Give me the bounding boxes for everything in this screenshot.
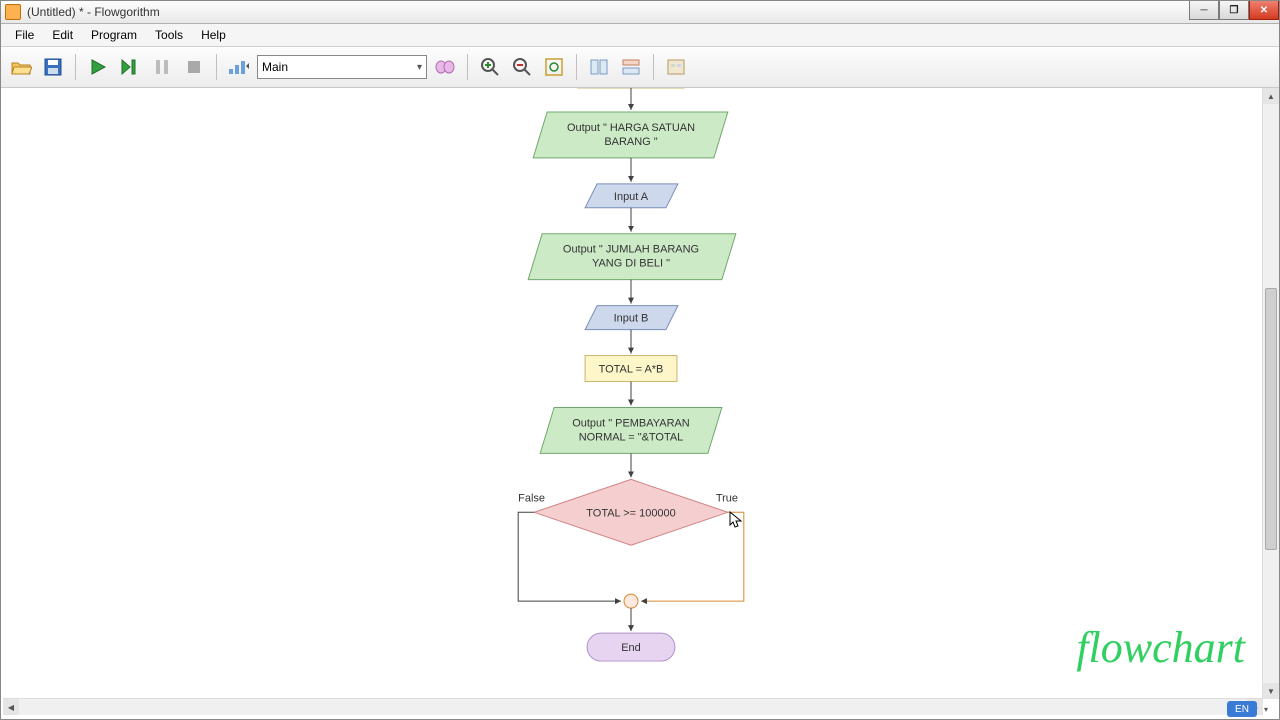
node-output-2-line1: Output " JUMLAH BARANG [563, 244, 699, 256]
horizontal-scrollbar[interactable]: ◀ ▶ [3, 698, 1263, 715]
menu-edit[interactable]: Edit [44, 26, 81, 44]
menu-bar: File Edit Program Tools Help [1, 24, 1279, 47]
scroll-left-icon[interactable]: ◀ [3, 699, 19, 715]
scroll-up-icon[interactable]: ▲ [1263, 88, 1279, 104]
node-input-a-text: Input A [614, 191, 649, 203]
close-button[interactable]: ✕ [1249, 1, 1279, 20]
node-input-b[interactable]: Input B [585, 306, 678, 330]
app-icon [5, 4, 21, 20]
save-button[interactable] [39, 53, 67, 81]
node-assign[interactable]: TOTAL = A*B [585, 356, 677, 382]
node-output-3-line2: NORMAL = "&TOTAL [579, 431, 684, 443]
node-output-1[interactable]: Output " HARGA SATUAN BARANG " [533, 112, 728, 158]
label-false: False [518, 492, 545, 504]
node-input-b-text: Input B [614, 313, 649, 325]
minimize-button[interactable]: ─ [1189, 1, 1219, 20]
menu-program[interactable]: Program [83, 26, 145, 44]
flowchart-canvas[interactable]: Output " HARGA SATUAN BARANG " Input A O… [3, 88, 1263, 699]
zoom-out-button[interactable] [508, 53, 536, 81]
node-assign-text: TOTAL = A*B [599, 364, 664, 376]
node-output-3[interactable]: Output " PEMBAYARAN NORMAL = "&TOTAL [540, 407, 722, 453]
node-output-1-line1: Output " HARGA SATUAN [567, 122, 695, 134]
language-dropdown-icon[interactable]: ▾ [1259, 701, 1273, 717]
node-end[interactable]: End [587, 633, 675, 661]
zoom-fit-button[interactable] [540, 53, 568, 81]
titlebar: (Untitled) * - Flowgorithm ─ ❐ ✕ [1, 1, 1279, 24]
node-output-3-line1: Output " PEMBAYARAN [572, 417, 690, 429]
language-indicator[interactable]: EN [1227, 701, 1257, 717]
menu-file[interactable]: File [7, 26, 42, 44]
window-title: (Untitled) * - Flowgorithm [27, 5, 160, 19]
node-input-a[interactable]: Input A [585, 184, 678, 208]
vertical-scrollbar[interactable]: ▲ ▼ [1262, 88, 1279, 699]
menu-tools[interactable]: Tools [147, 26, 191, 44]
maximize-button[interactable]: ❐ [1219, 1, 1249, 20]
toolbar: Main [1, 47, 1279, 88]
scroll-down-icon[interactable]: ▼ [1263, 683, 1279, 699]
layout-button-2[interactable] [617, 53, 645, 81]
node-end-text: End [621, 642, 641, 654]
node-output-2[interactable]: Output " JUMLAH BARANG YANG DI BELI " [528, 234, 736, 280]
step-button[interactable] [116, 53, 144, 81]
menu-help[interactable]: Help [193, 26, 234, 44]
function-select[interactable]: Main [257, 55, 427, 79]
layout-button-1[interactable] [585, 53, 613, 81]
app-window: (Untitled) * - Flowgorithm ─ ❐ ✕ File Ed… [0, 0, 1280, 720]
zoom-in-button[interactable] [476, 53, 504, 81]
chart-style-button[interactable] [662, 53, 690, 81]
node-decision-text: TOTAL >= 100000 [586, 507, 675, 519]
label-true: True [716, 492, 738, 504]
function-manager-button[interactable] [431, 53, 459, 81]
vertical-scroll-thumb[interactable] [1265, 288, 1277, 550]
merge-node[interactable] [624, 594, 638, 608]
pause-button[interactable] [148, 53, 176, 81]
node-output-1-line2: BARANG " [604, 136, 657, 148]
open-button[interactable] [7, 53, 35, 81]
run-button[interactable] [84, 53, 112, 81]
stop-button[interactable] [180, 53, 208, 81]
node-output-2-line2: YANG DI BELI " [592, 258, 670, 270]
speed-button[interactable] [225, 53, 253, 81]
node-decision[interactable]: TOTAL >= 100000 [534, 479, 728, 545]
function-select-value: Main [262, 60, 288, 74]
